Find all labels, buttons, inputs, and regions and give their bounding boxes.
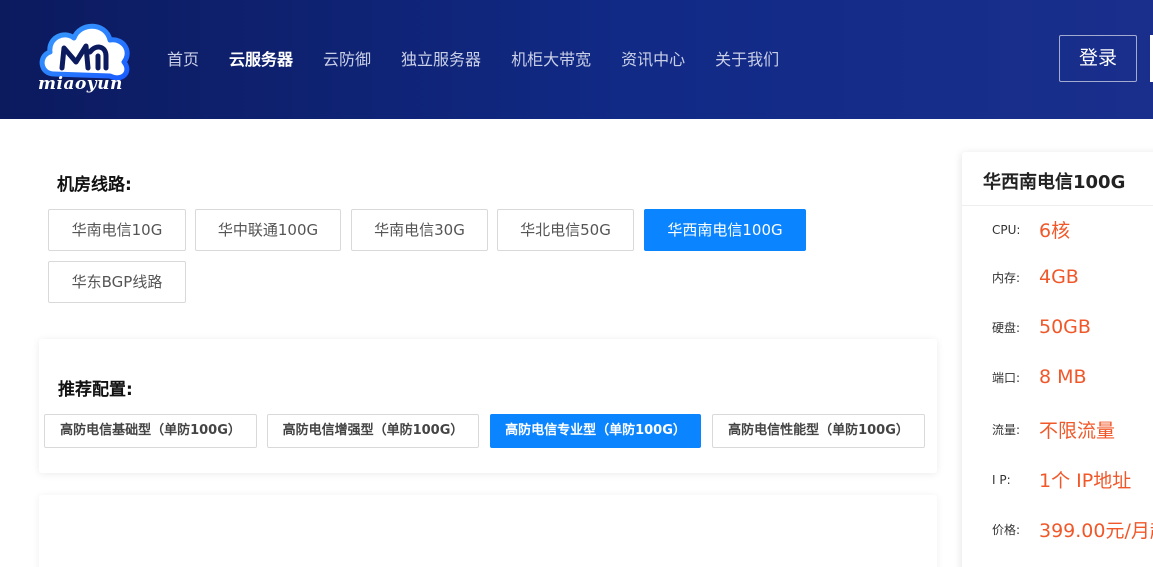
logo[interactable]: miaoyun: [36, 16, 136, 102]
lines-title: 机房线路:: [57, 175, 132, 195]
spec-label: 流量:: [992, 423, 1021, 437]
spec-value: 6核: [1039, 220, 1071, 242]
login-button[interactable]: 登录: [1059, 35, 1137, 82]
spec-label: 硬盘:: [992, 320, 1021, 335]
spec-row-ip: I P: 1个 IP地址: [992, 466, 1131, 496]
spec-label: 价格:: [992, 523, 1021, 537]
spec-value: 8 MB: [1039, 366, 1087, 388]
spec-row-cpu: CPU: 6核: [992, 216, 1070, 246]
main-nav: 首页 云服务器 云防御 独立服务器 机柜大带宽 资讯中心 关于我们: [167, 48, 809, 72]
spec-label: 端口:: [992, 370, 1021, 385]
line-option-north-telecom-50g[interactable]: 华北电信50G: [497, 209, 634, 251]
spec-label: 内存:: [992, 270, 1021, 285]
spec-row-disk: 硬盘: 50GB: [992, 316, 1091, 346]
recommend-panel: [39, 339, 937, 473]
recommend-title: 推荐配置:: [58, 380, 133, 400]
nav-item-news[interactable]: 资讯中心: [621, 48, 685, 72]
top-header: miaoyun 首页 云服务器 云防御 独立服务器 机柜大带宽 资讯中心 关于我…: [0, 0, 1153, 119]
spec-title: 华西南电信100G: [983, 172, 1126, 193]
detail-panel: [39, 495, 937, 567]
logo-text: miaoyun: [38, 74, 123, 94]
nav-item-cloud-server[interactable]: 云服务器: [229, 48, 293, 72]
spec-row-port: 端口: 8 MB: [992, 366, 1087, 396]
spec-label: I P:: [992, 472, 1011, 487]
nav-item-cloud-defense[interactable]: 云防御: [323, 48, 371, 72]
spec-value: 399.00元/月起: [1039, 520, 1153, 542]
spec-row-price: 价格: 399.00元/月起: [992, 516, 1153, 546]
line-option-south-telecom-10g[interactable]: 华南电信10G: [48, 209, 186, 251]
line-option-central-unicom-100g[interactable]: 华中联通100G: [195, 209, 341, 251]
spec-value: 不限流量: [1039, 420, 1116, 442]
config-option-performance[interactable]: 高防电信性能型（单防100G）: [712, 414, 925, 448]
spec-value: 4GB: [1039, 266, 1079, 288]
nav-item-about[interactable]: 关于我们: [715, 48, 779, 72]
spec-header: 华西南电信100G: [962, 152, 1153, 206]
spec-value: 1个 IP地址: [1039, 470, 1132, 492]
config-option-enhanced[interactable]: 高防电信增强型（单防100G）: [267, 414, 479, 448]
spec-summary-panel: 华西南电信100G CPU: 6核 内存: 4GB 硬盘: 50GB 端口: 8 MB …: [962, 152, 1153, 567]
line-option-east-bgp[interactable]: 华东BGP线路: [48, 261, 186, 303]
line-option-southwest-telecom-100g[interactable]: 华西南电信100G: [644, 209, 806, 251]
nav-item-cabinet-bandwidth[interactable]: 机柜大带宽: [511, 48, 591, 72]
config-option-professional[interactable]: 高防电信专业型（单防100G）: [490, 414, 701, 448]
line-option-south-telecom-30g[interactable]: 华南电信30G: [351, 209, 488, 251]
spec-row-memory: 内存: 4GB: [992, 266, 1079, 296]
spec-label: CPU:: [992, 222, 1021, 237]
nav-item-home[interactable]: 首页: [167, 48, 199, 72]
spec-row-traffic: 流量: 不限流量: [992, 416, 1115, 446]
config-option-basic[interactable]: 高防电信基础型（单防100G）: [44, 414, 257, 448]
spec-value: 50GB: [1039, 316, 1091, 338]
nav-item-dedicated-server[interactable]: 独立服务器: [401, 48, 481, 72]
